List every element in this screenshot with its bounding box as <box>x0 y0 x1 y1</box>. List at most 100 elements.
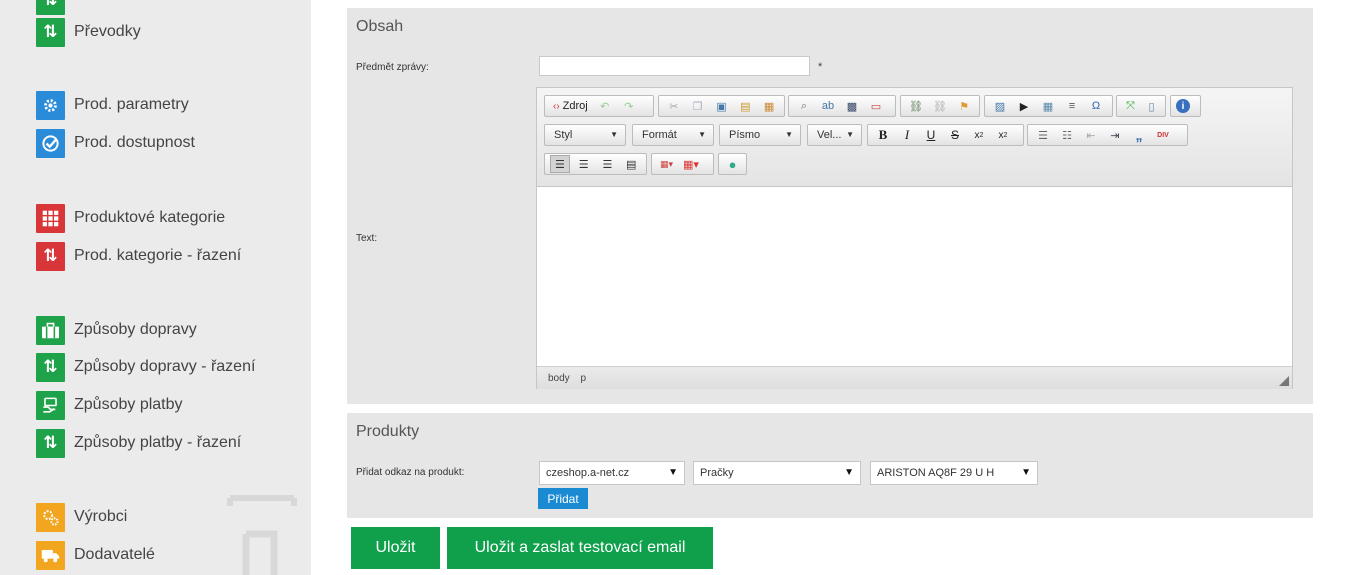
sidebar-item-zpusoby-dopravy-razeni[interactable]: ⇅ Způsoby dopravy - řazení <box>36 352 255 382</box>
arrows-up-down-icon: ⇅ <box>36 352 65 382</box>
dropdown-arrow-icon: ▼ <box>668 467 678 478</box>
sidebar-item-label: Prod. parametry <box>74 96 189 113</box>
indent-icon[interactable]: ⇥ <box>1105 126 1125 144</box>
dropdown-arrow-icon: ▼ <box>844 467 854 478</box>
format-combo[interactable]: Formát ▼ <box>632 124 714 146</box>
find-icon[interactable]: ⌕ <box>794 97 814 115</box>
sidebar-item-dodavatele[interactable]: Dodavatelé <box>36 540 155 570</box>
sidebar-item-label: Způsoby dopravy <box>74 321 197 338</box>
preview-globe-icon[interactable]: ● <box>724 155 741 173</box>
bold-icon[interactable]: B <box>873 126 893 144</box>
add-link-label: Přidat odkaz na produkt: <box>356 467 465 478</box>
paste-word-icon[interactable]: ▣ <box>712 97 732 115</box>
font-combo[interactable]: Písmo ▼ <box>719 124 801 146</box>
toolbar-group-clipboard: ✂ ❐ ▣ ▤ ▦ <box>658 95 785 117</box>
editor-statusbar: body p <box>537 366 1292 389</box>
background-color-icon[interactable]: ▦▾ <box>680 155 702 173</box>
sidebar-item-zpusoby-dopravy[interactable]: Způsoby dopravy <box>36 315 197 345</box>
link-icon[interactable]: ⛓ <box>906 97 926 115</box>
maximize-icon[interactable]: ⤧ <box>1122 97 1139 115</box>
image-icon[interactable]: ▨ <box>990 97 1010 115</box>
shop-select[interactable]: czeshop.a-net.cz ▼ <box>539 461 685 485</box>
anchor-icon[interactable]: ⚑ <box>954 97 974 115</box>
subscript-icon[interactable]: x2 <box>969 126 989 144</box>
youtube-icon[interactable]: ▶ <box>1014 97 1034 115</box>
spellcheck-icon[interactable]: ▭ <box>866 97 886 115</box>
text-color-icon[interactable]: ▦▾ <box>657 155 676 173</box>
required-mark: * <box>818 61 823 73</box>
align-center-icon[interactable]: ☰ <box>574 155 594 173</box>
align-left-icon[interactable]: ☰ <box>550 155 570 173</box>
sidebar-item-partial[interactable]: ⇅ <box>36 0 65 15</box>
bulleted-list-icon[interactable]: ☷ <box>1057 126 1077 144</box>
sidebar-item-prevodky[interactable]: ⇅ Převodky <box>36 17 141 47</box>
div-container-icon[interactable]: DIV <box>1153 126 1173 144</box>
info-icon[interactable]: i <box>1176 99 1190 113</box>
toolbar-group-view: ⤧ ▯ <box>1116 95 1166 117</box>
truck-icon <box>36 540 65 570</box>
sidebar-item-label: Způsoby platby - řazení <box>74 434 242 451</box>
sidebar-item-zpusoby-platby[interactable]: Způsoby platby <box>36 390 183 420</box>
product-select[interactable]: ARISTON AQ8F 29 U H ▼ <box>870 461 1038 485</box>
sidebar-item-zpusoby-platby-razeni[interactable]: ⇅ Způsoby platby - řazení <box>36 428 241 458</box>
unlink-icon[interactable]: ⛓ <box>930 97 950 115</box>
path-body[interactable]: body <box>548 373 570 384</box>
align-justify-icon[interactable]: ▤ <box>621 155 641 173</box>
produkty-panel: Produkty Přidat odkaz na produkt: czesho… <box>347 413 1313 518</box>
redo-icon[interactable]: ↷ <box>619 97 639 115</box>
strikethrough-icon[interactable]: S <box>945 126 965 144</box>
undo-icon[interactable]: ↶ <box>595 97 615 115</box>
italic-icon[interactable]: I <box>897 126 917 144</box>
table-icon[interactable]: ▦ <box>1038 97 1058 115</box>
toolbar-group-find: ⌕ ab ▩ ▭ <box>788 95 896 117</box>
paste-icon[interactable]: ▦ <box>759 97 779 115</box>
cut-icon[interactable]: ✂ <box>664 97 684 115</box>
sidebar-item-produktove-kategorie[interactable]: Produktové kategorie <box>36 203 225 233</box>
rich-text-editor: ‹› Zdroj ↶ ↷ ✂ ❐ ▣ ▤ ▦ ⌕ ab ▩ ▭ ⛓ ⛓ ⚑ ▨ … <box>536 87 1293 389</box>
add-product-button[interactable]: Přidat <box>538 488 588 509</box>
subject-input[interactable] <box>539 56 810 76</box>
horizontal-rule-icon[interactable]: ≡ <box>1062 97 1082 115</box>
sidebar-item-vyrobci[interactable]: Výrobci <box>36 502 127 532</box>
sidebar-item-prod-kategorie-razeni[interactable]: ⇅ Prod. kategorie - řazení <box>36 241 241 271</box>
copy-icon[interactable]: ❐ <box>688 97 708 115</box>
element-path: body p <box>548 373 594 384</box>
toolbar-group-preview: ● <box>718 153 747 175</box>
editor-content-area[interactable] <box>537 187 1292 366</box>
show-blocks-icon[interactable]: ▯ <box>1143 97 1160 115</box>
size-combo[interactable]: Vel... ▼ <box>807 124 862 146</box>
style-combo[interactable]: Styl ▼ <box>544 124 626 146</box>
source-icon: ‹› <box>553 100 560 112</box>
sidebar-item-label: Převodky <box>74 23 141 40</box>
replace-icon[interactable]: ab <box>818 97 838 115</box>
path-p[interactable]: p <box>580 373 586 384</box>
save-button[interactable]: Uložit <box>351 527 440 569</box>
category-select[interactable]: Pračky ▼ <box>693 461 861 485</box>
panel-title: Produkty <box>356 423 420 440</box>
subject-label: Předmět zprávy: <box>356 62 429 73</box>
align-right-icon[interactable]: ☰ <box>598 155 618 173</box>
select-all-icon[interactable]: ▩ <box>842 97 862 115</box>
outdent-icon[interactable]: ⇤ <box>1081 126 1101 144</box>
resize-handle-icon[interactable] <box>1279 376 1289 386</box>
briefcase-icon <box>36 315 65 345</box>
superscript-icon[interactable]: x2 <box>993 126 1013 144</box>
sidebar-item-prod-dostupnost[interactable]: Prod. dostupnost <box>36 128 195 158</box>
arrows-up-down-icon: ⇅ <box>36 17 65 47</box>
special-char-icon[interactable]: Ω <box>1086 97 1106 115</box>
paste-text-icon[interactable]: ▤ <box>735 97 755 115</box>
underline-icon[interactable]: U <box>921 126 941 144</box>
obsah-panel: Obsah Předmět zprávy: * Text: ‹› Zdroj ↶… <box>347 8 1313 404</box>
toolbar-group-colors: ▦▾ ▦▾ <box>651 153 714 175</box>
numbered-list-icon[interactable]: ☰ <box>1033 126 1053 144</box>
toolbar-group-insert: ▨ ▶ ▦ ≡ Ω <box>984 95 1113 117</box>
toolbar-group-source: ‹› Zdroj ↶ ↷ <box>544 95 654 117</box>
blockquote-icon[interactable]: „ <box>1129 126 1149 144</box>
panel-title: Obsah <box>356 18 404 35</box>
save-and-send-test-button[interactable]: Uložit a zaslat testovací email <box>447 527 713 569</box>
sidebar: ⇅ ⇅ Převodky Prod. parametry Prod. dostu… <box>0 0 311 575</box>
toolbar-group-paragraph: ☰ ☷ ⇤ ⇥ „ DIV <box>1027 124 1188 146</box>
sidebar-item-label: Prod. dostupnost <box>74 134 195 151</box>
source-button[interactable]: ‹› Zdroj <box>550 97 591 115</box>
sidebar-item-prod-parametry[interactable]: Prod. parametry <box>36 90 189 120</box>
